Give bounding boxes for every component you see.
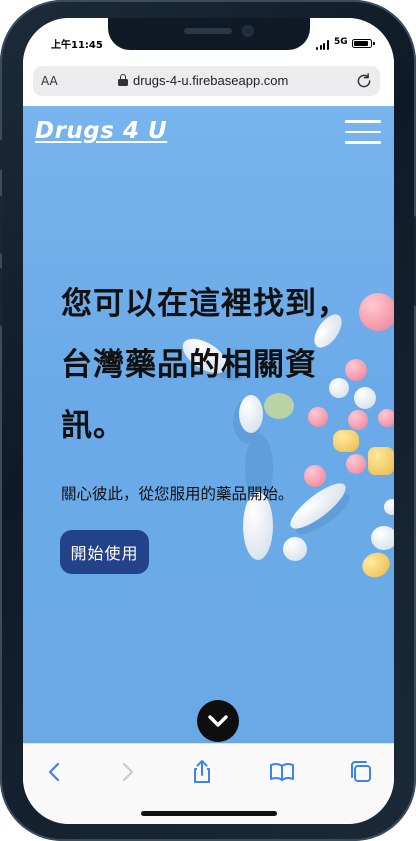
chevron-left-icon[interactable]: [41, 758, 69, 786]
status-time: 上午11:45: [51, 40, 103, 51]
camera-icon: [242, 25, 254, 37]
book-icon[interactable]: [268, 758, 296, 786]
hero-section: Drugs 4 U 您可以在這裡找到， 台灣藥品的相關資 訊。 關心彼此，從您服…: [23, 106, 394, 743]
url-text[interactable]: drugs-4-u.firebaseapp.com: [133, 73, 288, 88]
headline-line: 訊。: [61, 408, 125, 444]
scroll-down-button[interactable]: [197, 700, 239, 742]
reload-icon[interactable]: [355, 72, 373, 90]
page-headline: 您可以在這裡找到， 台灣藥品的相關資 訊。: [61, 274, 361, 457]
share-icon[interactable]: [188, 758, 216, 786]
tabs-icon[interactable]: [347, 758, 375, 786]
volume-down-button: [0, 268, 2, 326]
browser-toolbar: [23, 743, 394, 824]
signal-icon: [316, 40, 330, 50]
chevron-right-icon[interactable]: [113, 758, 141, 786]
address-bar[interactable]: AA drugs-4-u.firebaseapp.com: [33, 66, 380, 96]
volume-up-button: [0, 196, 2, 254]
hamburger-menu-icon[interactable]: [345, 118, 381, 146]
home-indicator[interactable]: [141, 811, 277, 816]
text-size-button[interactable]: AA: [41, 74, 58, 88]
status-bar: 上午11:45 5G: [23, 18, 394, 66]
chevron-down-icon: [208, 715, 228, 727]
notch: [108, 18, 310, 50]
start-button[interactable]: 開始使用: [60, 530, 149, 574]
page-subtitle: 關心彼此，從您服用的藥品開始。: [61, 485, 294, 503]
headline-line: 台灣藥品的相關資: [61, 347, 317, 383]
brand-logo[interactable]: Drugs 4 U: [35, 118, 167, 144]
phone-frame: 上午11:45 5G AA drugs-4-u.firebaseapp.com: [0, 0, 416, 841]
network-type: 5G: [334, 37, 348, 47]
mute-switch: [0, 140, 2, 170]
screen: 上午11:45 5G AA drugs-4-u.firebaseapp.com: [23, 18, 394, 824]
headline-line: 您可以在這裡找到，: [61, 286, 349, 322]
lock-icon: [118, 74, 128, 86]
address-bar-area: AA drugs-4-u.firebaseapp.com: [23, 66, 394, 106]
battery-icon: [352, 39, 375, 48]
speaker-grille: [184, 28, 232, 34]
